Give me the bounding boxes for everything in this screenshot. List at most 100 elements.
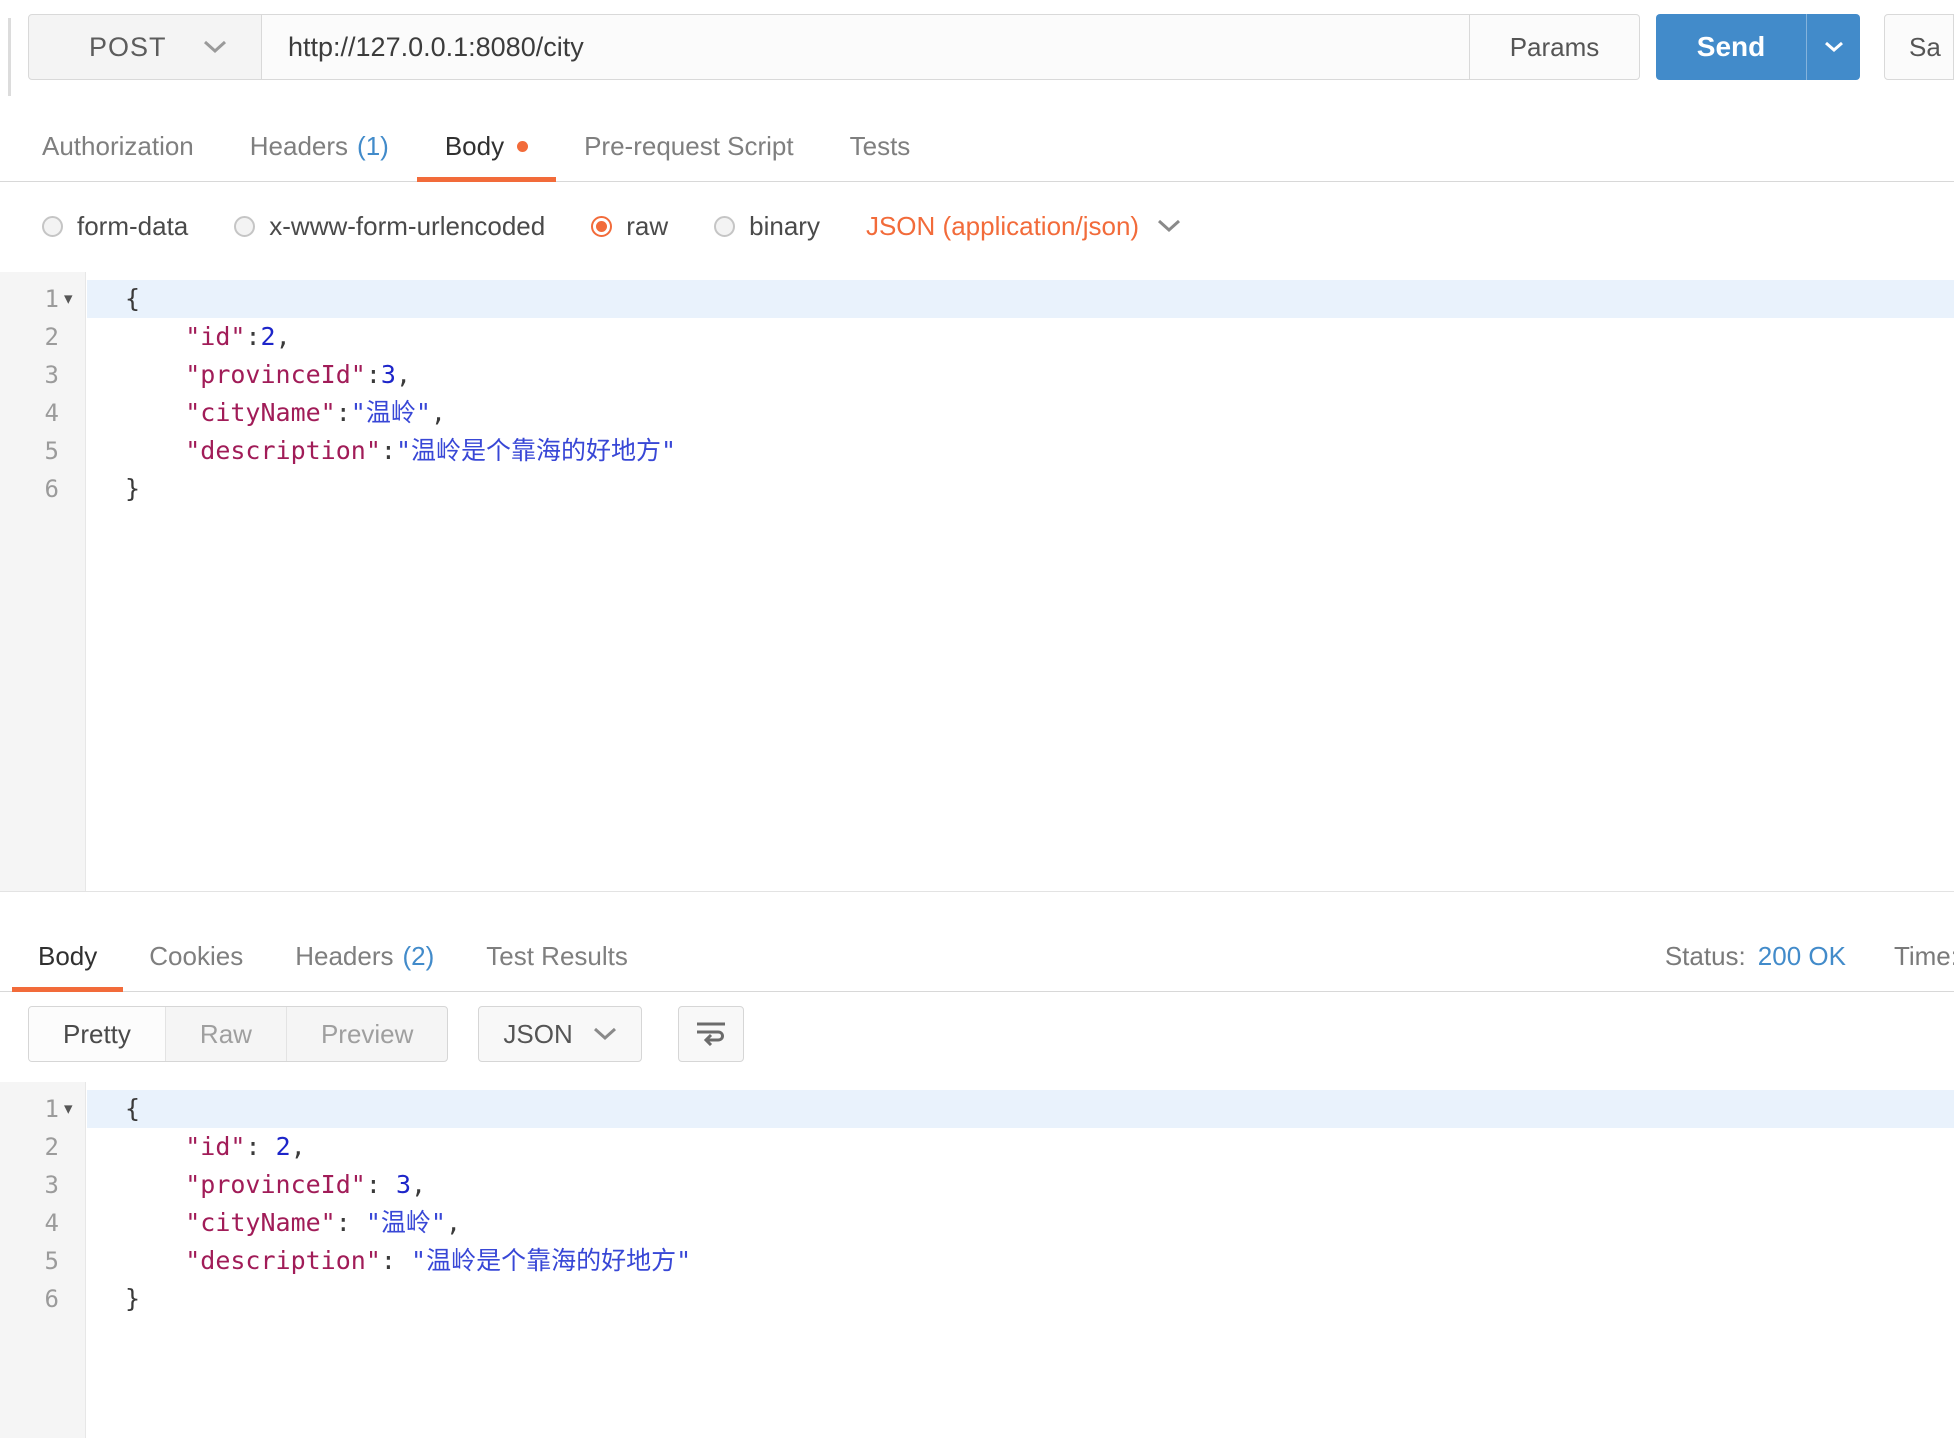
code-line[interactable]: "id":2, (87, 318, 1954, 356)
preview-button[interactable]: Preview (286, 1007, 447, 1061)
method-label: POST (89, 32, 167, 63)
tab-label: Body (38, 941, 97, 972)
wrap-text-button[interactable] (678, 1006, 744, 1062)
code-token (125, 1170, 185, 1199)
code-line[interactable]: "cityName": "温岭", (87, 1204, 1954, 1242)
format-dropdown[interactable]: JSON (478, 1006, 641, 1062)
code-token: } (125, 1284, 140, 1313)
code-token (381, 1170, 396, 1199)
tab-test-results[interactable]: Test Results (460, 922, 654, 991)
radio-label: form-data (77, 211, 188, 242)
line-number: 5 (0, 1242, 85, 1280)
code-line[interactable]: "cityName":"温岭", (87, 394, 1954, 432)
params-button[interactable]: Params (1470, 14, 1640, 80)
code-token: "description" (185, 1246, 381, 1275)
response-meta: Status: 200 OK Time: (1665, 922, 1954, 991)
code-token: "id" (185, 322, 245, 351)
code-token: "温岭" (351, 398, 431, 427)
wrap-text-icon (693, 1018, 729, 1051)
code-line[interactable]: "provinceId":3, (87, 356, 1954, 394)
code-token: : (245, 1132, 260, 1161)
status-label: Status: (1665, 941, 1746, 972)
code-token: : (336, 1208, 351, 1237)
tab-authorization[interactable]: Authorization (14, 112, 222, 181)
body-type-binary[interactable]: binary (714, 211, 820, 242)
line-number: 1▾ (0, 280, 85, 318)
save-button[interactable]: Sa (1884, 14, 1954, 80)
line-number: 2 (0, 318, 85, 356)
request-bar: POST http://127.0.0.1:8080/city Params S… (28, 14, 1954, 80)
headers-count-badge: (1) (357, 131, 389, 162)
method-dropdown[interactable]: POST (28, 14, 262, 80)
line-number: 6 (0, 1280, 85, 1318)
code-token: 3 (396, 1170, 411, 1199)
body-type-form-data[interactable]: form-data (42, 211, 188, 242)
code-token: , (396, 360, 411, 389)
line-number-label: 4 (45, 1204, 59, 1242)
tab-label: Authorization (42, 131, 194, 162)
fold-toggle-icon[interactable]: ▾ (59, 1090, 85, 1128)
code-token (125, 322, 185, 351)
body-type-urlencoded[interactable]: x-www-form-urlencoded (234, 211, 545, 242)
tab-response-body[interactable]: Body (12, 922, 123, 991)
code-token (125, 436, 185, 465)
code-token: 2 (276, 1132, 291, 1161)
tab-label: Tests (850, 131, 911, 162)
code-line[interactable]: { (87, 280, 1954, 318)
time-label: Time: (1894, 941, 1954, 972)
code-line[interactable]: } (87, 1280, 1954, 1318)
request-tabs: Authorization Headers (1) Body Pre-reque… (0, 112, 1954, 182)
radio-label: x-www-form-urlencoded (269, 211, 545, 242)
editor-code-area[interactable]: { "id": 2, "provinceId": 3, "cityName": … (87, 1082, 1954, 1318)
line-number: 6 (0, 470, 85, 508)
code-line[interactable]: { (87, 1090, 1954, 1128)
body-type-raw[interactable]: raw (591, 211, 668, 242)
radio-label: binary (749, 211, 820, 242)
code-line[interactable]: "id": 2, (87, 1128, 1954, 1166)
code-line[interactable]: "description": "温岭是个靠海的好地方" (87, 1242, 1954, 1280)
line-number-label: 2 (45, 318, 59, 356)
chevron-down-icon (203, 40, 227, 54)
tab-pre-request-script[interactable]: Pre-request Script (556, 112, 822, 181)
line-number-label: 1 (45, 280, 59, 318)
editor-code-area[interactable]: { "id":2, "provinceId":3, "cityName":"温岭… (87, 272, 1954, 508)
pretty-button[interactable]: Pretty (29, 1007, 165, 1061)
tab-label: Pre-request Script (584, 131, 794, 162)
line-number: 4 (0, 394, 85, 432)
editor-gutter: 1▾23456 (0, 272, 86, 891)
code-token: "id" (185, 1132, 245, 1161)
tab-label: Body (445, 131, 504, 162)
code-token: } (125, 474, 140, 503)
code-token: : (381, 1246, 396, 1275)
code-token: , (291, 1132, 306, 1161)
send-button-group: Send (1656, 14, 1860, 80)
url-input[interactable]: http://127.0.0.1:8080/city (262, 14, 1470, 80)
raw-button[interactable]: Raw (165, 1007, 286, 1061)
code-line[interactable]: "provinceId": 3, (87, 1166, 1954, 1204)
send-options-caret[interactable] (1806, 14, 1860, 80)
view-mode-segmented-control: Pretty Raw Preview (28, 1006, 448, 1062)
code-line[interactable]: "description":"温岭是个靠海的好地方" (87, 432, 1954, 470)
request-body-editor[interactable]: 1▾23456 { "id":2, "provinceId":3, "cityN… (0, 272, 1954, 892)
tab-cookies[interactable]: Cookies (123, 922, 269, 991)
code-token (396, 1246, 411, 1275)
tab-tests[interactable]: Tests (822, 112, 939, 181)
radio-label: raw (626, 211, 668, 242)
tab-label: Headers (250, 131, 348, 162)
send-button[interactable]: Send (1656, 14, 1806, 80)
tab-headers[interactable]: Headers (1) (222, 112, 417, 181)
tab-body[interactable]: Body (417, 112, 556, 181)
code-token: : (381, 436, 396, 465)
code-line[interactable]: } (87, 470, 1954, 508)
tab-label: Cookies (149, 941, 243, 972)
line-number-label: 3 (45, 1166, 59, 1204)
code-token: 2 (261, 322, 276, 351)
code-token (125, 1246, 185, 1275)
fold-toggle-icon[interactable]: ▾ (59, 280, 85, 318)
tab-response-headers[interactable]: Headers (2) (269, 922, 460, 991)
response-headers-count-badge: (2) (402, 941, 434, 972)
response-body-editor[interactable]: 1▾23456 { "id": 2, "provinceId": 3, "cit… (0, 1082, 1954, 1438)
content-type-selector[interactable]: JSON (application/json) (866, 211, 1181, 242)
response-header: Body Cookies Headers (2) Test Results St… (0, 922, 1954, 992)
code-token: , (276, 322, 291, 351)
